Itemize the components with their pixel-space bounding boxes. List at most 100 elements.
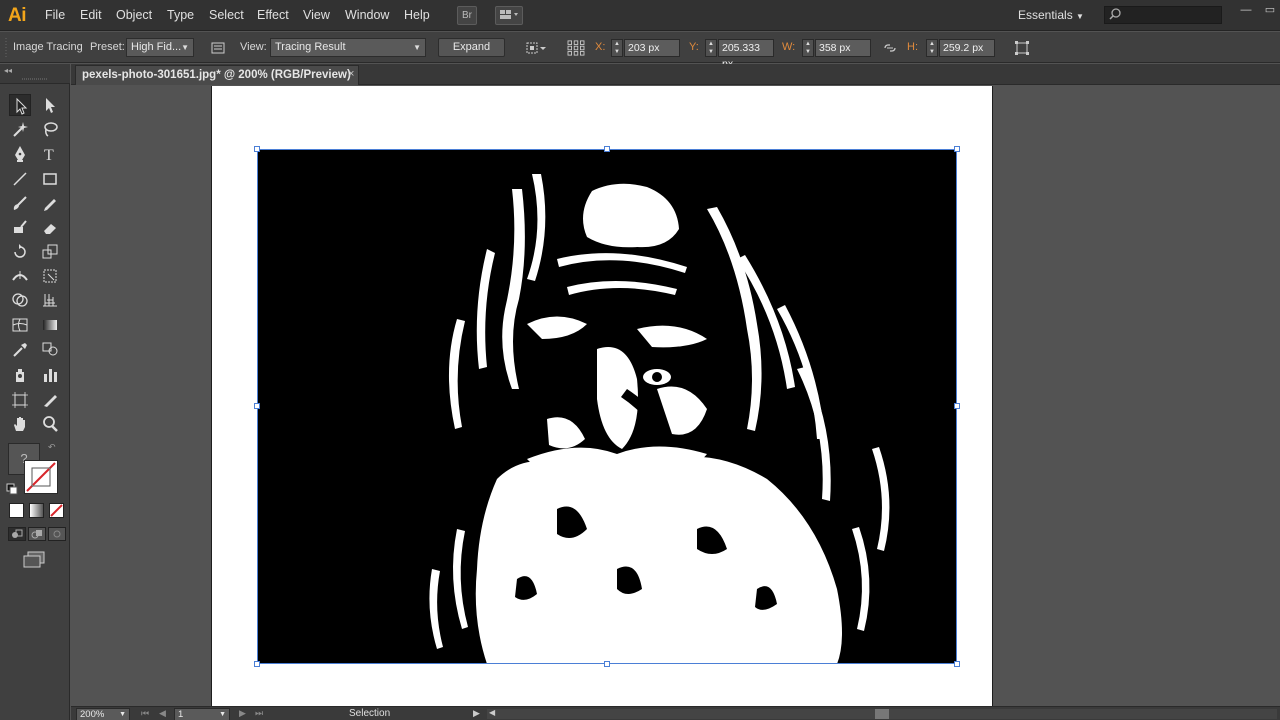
draw-behind-button[interactable]: [28, 527, 46, 541]
width-tool[interactable]: [9, 265, 31, 287]
h-field[interactable]: 259.2 px: [939, 39, 995, 57]
image-tracing-label[interactable]: Image Tracing: [13, 41, 83, 53]
last-artboard-icon[interactable]: ⏭: [255, 708, 263, 719]
resize-handle-top[interactable]: [604, 146, 610, 152]
paintbrush-tool[interactable]: [9, 192, 31, 214]
blob-brush-tool[interactable]: [9, 216, 31, 238]
resize-handle-bottom-right[interactable]: [954, 661, 960, 667]
w-field[interactable]: 358 px: [815, 39, 871, 57]
scrollbar-thumb[interactable]: [875, 709, 889, 719]
expand-button[interactable]: Expand: [438, 38, 505, 57]
menu-edit[interactable]: Edit: [80, 8, 102, 22]
next-artboard-icon[interactable]: ▶: [239, 708, 246, 719]
zoom-select[interactable]: 200% ▼: [76, 708, 130, 720]
none-mode-button[interactable]: [49, 503, 64, 518]
arrange-documents-button[interactable]: [495, 6, 523, 25]
color-mode-button[interactable]: [9, 503, 24, 518]
type-tool[interactable]: T: [39, 143, 61, 165]
horizontal-scrollbar[interactable]: ◀: [487, 708, 1277, 719]
magic-wand-tool[interactable]: [9, 118, 31, 140]
menu-help[interactable]: Help: [404, 8, 430, 22]
default-colors-icon[interactable]: [6, 483, 18, 495]
stroke-swatch[interactable]: [24, 460, 58, 494]
close-icon[interactable]: ×: [348, 68, 354, 80]
tracing-panel-icon[interactable]: [210, 40, 226, 56]
gradient-mode-button[interactable]: [29, 503, 44, 518]
eraser-tool[interactable]: [39, 216, 61, 238]
mesh-tool[interactable]: [9, 314, 31, 336]
pencil-tool[interactable]: [39, 192, 61, 214]
w-stepper[interactable]: ▲ ▼: [802, 39, 814, 57]
gradient-tool[interactable]: [39, 314, 61, 336]
first-artboard-icon[interactable]: ⏮: [141, 708, 149, 719]
y-field[interactable]: 205.333 px: [718, 39, 774, 70]
menu-type[interactable]: Type: [167, 8, 194, 22]
line-segment-tool[interactable]: [9, 168, 31, 190]
lasso-tool[interactable]: [39, 118, 61, 140]
minimize-button[interactable]: —: [1234, 3, 1258, 19]
preset-label: Preset:: [90, 41, 125, 53]
view-select[interactable]: Tracing Result ▼: [270, 38, 426, 57]
bridge-button[interactable]: Br: [457, 6, 477, 25]
slice-tool[interactable]: [39, 389, 61, 411]
resize-handle-top-right[interactable]: [954, 146, 960, 152]
hand-tool[interactable]: [9, 413, 31, 435]
draw-inside-button[interactable]: [48, 527, 66, 541]
collapse-icon[interactable]: ◂◂: [4, 66, 12, 75]
rectangle-tool[interactable]: [39, 168, 61, 190]
menu-window[interactable]: Window: [345, 8, 389, 22]
panel-grip-icon[interactable]: [4, 38, 8, 58]
column-graph-tool[interactable]: [39, 364, 61, 386]
blend-tool[interactable]: [39, 338, 61, 360]
previous-artboard-icon[interactable]: ◀: [159, 708, 166, 719]
menu-view[interactable]: View: [303, 8, 330, 22]
resize-handle-left[interactable]: [254, 403, 260, 409]
shape-builder-tool[interactable]: [9, 289, 31, 311]
current-tool-status: Selection: [349, 708, 391, 719]
preset-value: High Fid...: [131, 41, 182, 53]
direct-selection-tool[interactable]: [39, 94, 61, 116]
rotate-tool[interactable]: [9, 241, 31, 263]
draw-normal-button[interactable]: [8, 527, 26, 541]
selection-tool[interactable]: [9, 94, 31, 116]
h-stepper[interactable]: ▲ ▼: [926, 39, 938, 57]
transform-icon[interactable]: [1014, 40, 1030, 56]
constrain-proportions-icon[interactable]: [882, 40, 898, 56]
select-similar-icon[interactable]: [525, 40, 549, 56]
workspace-switcher[interactable]: Essentials ▼: [1018, 8, 1084, 22]
preset-select[interactable]: High Fid... ▼: [126, 38, 194, 57]
scroll-left-icon[interactable]: ◀: [489, 708, 495, 717]
status-menu-arrow-icon[interactable]: ▶: [473, 708, 480, 719]
eyedropper-tool[interactable]: [9, 338, 31, 360]
blob-brush-icon: [14, 220, 27, 233]
menu-effect[interactable]: Effect: [257, 8, 289, 22]
artboard-number-select[interactable]: 1 ▼: [174, 708, 230, 720]
menu-file[interactable]: File: [45, 8, 65, 22]
symbol-sprayer-tool[interactable]: [9, 364, 31, 386]
document-tab[interactable]: pexels-photo-301651.jpg* @ 200% (RGB/Pre…: [75, 65, 359, 85]
x-stepper[interactable]: ▲ ▼: [611, 39, 623, 57]
resize-handle-top-left[interactable]: [254, 146, 260, 152]
reference-point-icon[interactable]: [566, 40, 586, 56]
symbol-sprayer-icon: [16, 369, 24, 382]
menu-select[interactable]: Select: [209, 8, 244, 22]
perspective-grid-tool[interactable]: [39, 289, 61, 311]
zoom-tool[interactable]: [39, 413, 61, 435]
swap-fill-stroke-icon[interactable]: ↶: [48, 442, 56, 453]
free-transform-tool[interactable]: [39, 265, 61, 287]
resize-handle-right[interactable]: [954, 403, 960, 409]
canvas-area[interactable]: [71, 86, 1280, 706]
y-label: Y:: [689, 41, 699, 53]
screen-mode-icon[interactable]: [22, 551, 46, 569]
pen-tool[interactable]: [9, 143, 31, 165]
resize-handle-bottom-left[interactable]: [254, 661, 260, 667]
scale-tool[interactable]: [39, 241, 61, 263]
resize-handle-bottom[interactable]: [604, 661, 610, 667]
maximize-button[interactable]: ▭: [1258, 3, 1280, 19]
menu-object[interactable]: Object: [116, 8, 152, 22]
traced-portrait-image[interactable]: [257, 149, 957, 664]
tools-panel-header[interactable]: ◂◂: [0, 64, 70, 84]
x-field[interactable]: 203 px: [624, 39, 680, 57]
artboard-tool[interactable]: [9, 389, 31, 411]
y-stepper[interactable]: ▲ ▼: [705, 39, 717, 57]
